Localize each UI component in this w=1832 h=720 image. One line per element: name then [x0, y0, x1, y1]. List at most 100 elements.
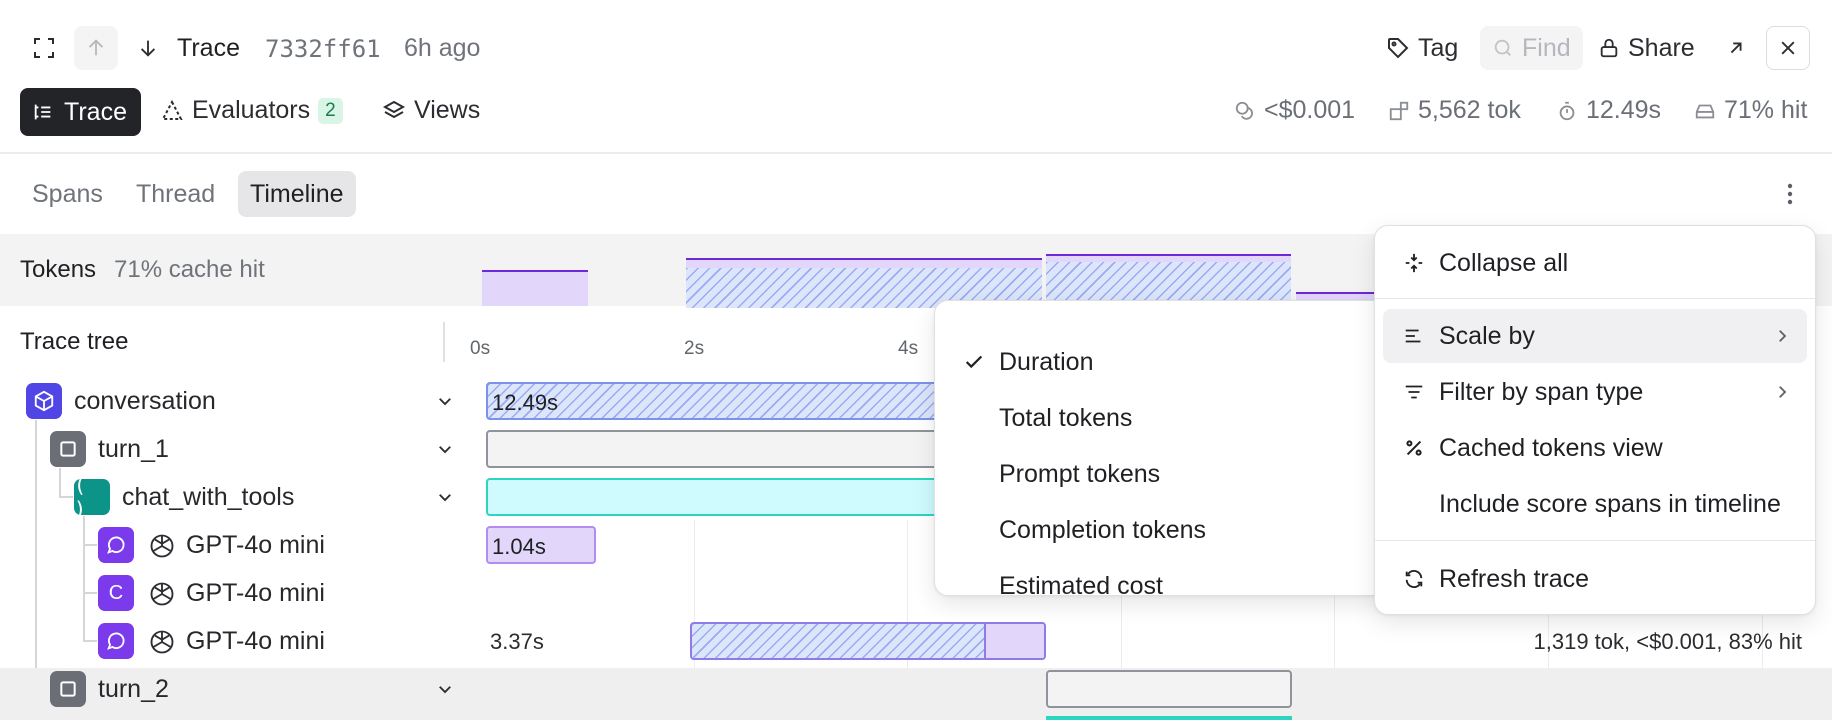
span-bar-turn-2[interactable]	[1046, 670, 1292, 708]
more-options-button[interactable]	[1776, 176, 1804, 212]
scale-option-completion-tokens[interactable]: Completion tokens	[943, 503, 1377, 557]
stat-cost-value: <$0.001	[1264, 96, 1356, 124]
span-bar-llm[interactable]	[690, 622, 1046, 660]
share-button[interactable]: Share	[1598, 26, 1695, 70]
tick-label: 2s	[684, 338, 705, 359]
menu-item-filter-by-span-type[interactable]: Filter by span type	[1383, 365, 1807, 419]
chevron-down-icon[interactable]	[436, 488, 454, 506]
span-bar-duration: 1.04s	[492, 534, 546, 559]
close-button[interactable]	[1766, 26, 1810, 70]
share-label: Share	[1628, 33, 1695, 62]
span-name-turn-2[interactable]: turn_2	[98, 675, 169, 704]
blocks-icon	[1389, 101, 1409, 120]
stopwatch-icon	[1559, 101, 1575, 120]
stat-cache: 71% hit	[1694, 96, 1807, 125]
evaluators-icon	[161, 99, 183, 120]
tab-spans[interactable]: Spans	[20, 171, 115, 217]
openai-icon	[150, 534, 174, 558]
hard-drive-icon	[1695, 104, 1715, 118]
token-bar	[482, 270, 588, 306]
tree-connector	[59, 468, 61, 496]
menu-divider	[1375, 540, 1815, 541]
tag-icon	[1388, 38, 1409, 59]
span-bar-conversation[interactable]: 12.49s	[486, 382, 946, 420]
openai-icon	[150, 582, 174, 606]
tab-timeline[interactable]: Timeline	[238, 171, 356, 217]
trace-id[interactable]: 7332ff61	[265, 35, 381, 63]
token-bar	[1046, 254, 1291, 308]
menu-item-collapse-all[interactable]: Collapse all	[1383, 236, 1807, 290]
span-name-turn-1[interactable]: turn_1	[98, 435, 169, 464]
task-span-icon	[26, 383, 62, 419]
chevron-down-icon[interactable]	[436, 392, 454, 410]
span-bar-chat-with-tools[interactable]	[486, 478, 946, 516]
refresh-icon	[1405, 570, 1423, 588]
function-span-icon: ( )	[74, 473, 110, 521]
trace-tree-header: Trace tree	[20, 328, 129, 355]
layers-icon	[382, 100, 406, 118]
previous-span-button[interactable]	[74, 26, 118, 70]
span-name-chat-with-tools[interactable]: chat_with_tools	[122, 483, 294, 512]
span-name-llm[interactable]: GPT-4o mini	[186, 579, 325, 608]
tick-label: 4s	[898, 338, 919, 359]
coins-icon	[1235, 101, 1253, 120]
menu-item-scale-by[interactable]: Scale by	[1383, 309, 1807, 363]
menu-item-refresh-trace[interactable]: Refresh trace	[1383, 552, 1807, 606]
stat-cache-value: 71% hit	[1724, 96, 1808, 124]
scale-option-total-tokens[interactable]: Total tokens	[943, 391, 1377, 445]
chevron-down-icon[interactable]	[436, 440, 454, 458]
trace-tree-icon	[34, 104, 51, 120]
chevron-down-icon[interactable]	[436, 680, 454, 698]
stat-tokens-value: 5,562 tok	[1418, 96, 1521, 124]
token-bar	[686, 258, 1042, 308]
tree-connector	[83, 544, 97, 546]
tab-trace-label: Trace	[64, 97, 127, 126]
trace-age: 6h ago	[404, 34, 481, 62]
span-meta: 1,319 tok, <$0.001, 83% hit	[1533, 629, 1802, 654]
menu-divider	[1375, 298, 1815, 299]
span-name-llm[interactable]: GPT-4o mini	[186, 531, 325, 560]
percent-icon	[1406, 440, 1422, 456]
pane-resizer[interactable]	[443, 322, 445, 362]
tree-connector	[83, 592, 97, 594]
span-duration-label: 3.37s	[490, 629, 544, 654]
llm-span-icon	[98, 623, 134, 659]
arrow-up-icon	[88, 39, 104, 56]
scale-option-prompt-tokens[interactable]: Prompt tokens	[943, 447, 1377, 501]
span-name-conversation[interactable]: conversation	[74, 387, 216, 416]
tag-button[interactable]: Tag	[1386, 26, 1458, 70]
tree-connector	[83, 516, 85, 642]
scale-option-duration[interactable]: Duration	[943, 335, 1377, 389]
chevron-right-icon	[1779, 330, 1787, 342]
scale-option-estimated-cost[interactable]: Estimated cost	[943, 559, 1377, 613]
menu-item-cached-tokens-view[interactable]: Cached tokens view	[1383, 421, 1807, 475]
next-span-button[interactable]	[126, 26, 170, 70]
menu-item-include-score-spans[interactable]: Include score spans in timeline	[1383, 477, 1807, 531]
scale-by-submenu: Duration Total tokens Prompt tokens Comp…	[934, 300, 1386, 600]
close-icon	[1781, 41, 1795, 55]
evaluators-count-badge: 2	[318, 97, 343, 124]
llm-span-icon: C	[98, 575, 134, 611]
tokens-cache-hit: 71% cache hit	[114, 256, 265, 283]
tag-label: Tag	[1418, 33, 1459, 62]
tree-connector	[83, 640, 97, 642]
span-bar-llm[interactable]: 1.04s	[486, 526, 596, 564]
tab-thread[interactable]: Thread	[124, 171, 227, 217]
scale-icon	[1405, 329, 1421, 343]
open-external-button[interactable]	[1714, 26, 1758, 70]
find-button[interactable]: Find	[1480, 26, 1583, 70]
tab-trace[interactable]: Trace	[20, 88, 141, 136]
stat-duration: 12.49s	[1556, 96, 1661, 125]
tab-evaluators[interactable]: Evaluators 2	[160, 96, 343, 125]
span-bar-turn-1[interactable]	[486, 430, 946, 468]
tokens-label: Tokens	[20, 256, 97, 283]
chevron-right-icon	[1779, 386, 1787, 398]
check-icon	[965, 355, 983, 369]
collapse-icon	[1405, 253, 1423, 273]
span-bar-duration: 12.49s	[492, 390, 559, 415]
header-divider	[0, 152, 1832, 154]
span-name-llm[interactable]: GPT-4o mini	[186, 627, 325, 656]
expand-button[interactable]	[22, 26, 66, 70]
lock-icon	[1600, 38, 1618, 58]
tab-views[interactable]: Views	[382, 96, 480, 125]
